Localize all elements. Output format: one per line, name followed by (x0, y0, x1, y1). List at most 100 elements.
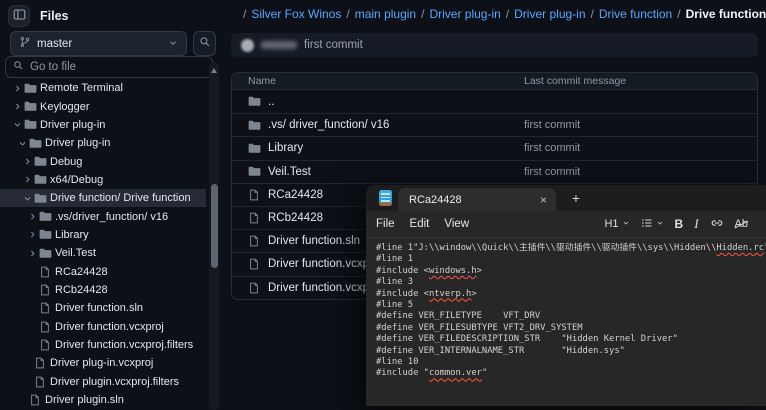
code-line: #line 1"J:\\window\\Quick\\主插件\\驱动插件\\驱动… (376, 243, 766, 254)
notepad-window: RCa24428 × + File Edit View H1 B I Ab #l… (366, 185, 766, 406)
clear-formatting-button[interactable]: Ab (735, 218, 748, 230)
tree-item-label: Driver plugin.sln (45, 394, 124, 407)
code-text: #define VER_FILESUBTYPE VFT2_DRV_SYSTEM (376, 322, 583, 333)
code-text: #line 10 (376, 356, 419, 367)
tab-rca24428[interactable]: RCa24428 × (398, 188, 556, 211)
code-line: #define VER_FILEDESCRIPTION_STR "Hidden … (376, 334, 766, 345)
tree-item[interactable]: Driver plug-in (0, 134, 206, 152)
tree-item-label: Driver plugin.vcxproj.filters (50, 375, 179, 388)
tree-item-label: Driver plug-in (45, 137, 111, 150)
tree-item[interactable]: Driver plug-in (0, 116, 206, 134)
tree-item-label: Driver function.sln (55, 302, 144, 315)
italic-button[interactable]: I (694, 216, 698, 232)
chevron-right-icon[interactable] (23, 157, 34, 166)
git-branch-icon (19, 35, 31, 53)
breadcrumb-link[interactable]: Driver plug-in (514, 7, 585, 21)
chevron-down-icon (656, 218, 664, 230)
breadcrumb-separator: / (590, 7, 594, 21)
file-name-link[interactable]: Driver function.vcxproj (268, 258, 382, 270)
code-text: > (471, 288, 477, 299)
file-name-link[interactable]: Library (268, 142, 303, 154)
link-button[interactable] (710, 216, 724, 233)
file-name-link[interactable]: RCa24428 (268, 189, 323, 201)
list-dropdown[interactable] (641, 217, 664, 232)
go-to-file-input[interactable]: Go to file (5, 56, 213, 78)
chevron-right-icon[interactable] (28, 249, 39, 258)
tree-item-label: Remote Terminal (40, 82, 123, 95)
file-icon (39, 266, 55, 278)
tree-item[interactable]: Library (0, 226, 206, 244)
menu-view[interactable]: View (444, 218, 469, 230)
breadcrumb-link[interactable]: Silver Fox Winos (251, 7, 341, 21)
breadcrumb-separator: / (243, 7, 247, 21)
editor-content[interactable]: #line 1"J:\\window\\Quick\\主插件\\驱动插件\\驱动… (366, 238, 766, 406)
file-icon (39, 302, 55, 314)
tree-item-label: Driver plug-in.vcxproj (50, 357, 154, 370)
bold-button[interactable]: B (675, 217, 684, 231)
file-table-header: Name Last commit message (232, 73, 757, 90)
commit-message[interactable]: first commit (304, 39, 363, 51)
search-button[interactable] (193, 31, 216, 56)
list-icon (641, 217, 653, 232)
tree-item[interactable]: Drive function/ Drive function (0, 189, 206, 208)
breadcrumb-link[interactable]: Driver plug-in (429, 7, 500, 21)
branch-selector[interactable]: master (10, 31, 187, 56)
folder-icon (29, 137, 45, 150)
scrollbar-thumb[interactable] (210, 184, 218, 268)
chevron-right-icon[interactable] (13, 84, 24, 93)
tree-item[interactable]: Driver plugin.vcxproj.filters (0, 373, 206, 391)
chevron-right-icon[interactable] (28, 230, 39, 239)
collapse-sidebar-button[interactable] (8, 5, 30, 27)
tree-item[interactable]: x64/Debug (0, 171, 206, 189)
chevron-down-icon[interactable] (13, 120, 24, 129)
close-tab-icon[interactable]: × (540, 193, 547, 207)
file-name-link[interactable]: .vs/ driver_function/ v16 (268, 119, 389, 131)
file-icon (248, 212, 268, 224)
branch-name: master (37, 37, 73, 50)
file-name-link[interactable]: .. (268, 96, 274, 108)
tree-item[interactable]: Driver plug-in.vcxproj (0, 354, 206, 372)
search-icon (13, 58, 24, 76)
file-name-link[interactable]: Veil.Test (268, 166, 311, 178)
breadcrumb-link[interactable]: Drive function (599, 7, 672, 21)
tree-item-label: Veil.Test (55, 247, 96, 260)
tree-item[interactable]: Driver plugin.sln (0, 391, 206, 409)
tree-item[interactable]: RCb24428 (0, 281, 206, 299)
heading-dropdown[interactable]: H1 (604, 218, 629, 230)
tree-item[interactable]: RCa24428 (0, 262, 206, 280)
tree-item[interactable]: .vs/driver_function/ v16 (0, 207, 206, 225)
chevron-down-icon[interactable] (23, 194, 34, 203)
new-tab-button[interactable]: + (566, 188, 586, 208)
file-name-link[interactable]: RCb24428 (268, 212, 323, 224)
code-line: #line 10 (376, 357, 766, 368)
tree-item[interactable]: Driver function.vcxproj (0, 317, 206, 335)
commit-author-redacted (261, 41, 297, 49)
chevron-right-icon[interactable] (23, 175, 34, 184)
table-row: Veil.Test first commit (232, 159, 757, 183)
chevron-down-icon[interactable] (18, 139, 29, 148)
folder-icon (34, 173, 50, 186)
tree-item[interactable]: Veil.Test (0, 244, 206, 262)
chevron-right-icon[interactable] (13, 102, 24, 111)
tree-item[interactable]: Debug (0, 152, 206, 170)
file-icon (39, 339, 55, 351)
scroll-up-arrow[interactable] (210, 68, 217, 73)
folder-icon (39, 247, 55, 260)
tree-item[interactable]: Remote Terminal (0, 79, 206, 97)
folder-icon (24, 100, 40, 113)
tree-item[interactable]: Keylogger (0, 97, 206, 115)
menu-edit[interactable]: Edit (410, 218, 430, 230)
code-text: > (476, 265, 482, 276)
menu-file[interactable]: File (376, 218, 395, 230)
file-name-link[interactable]: Driver function.sln (268, 235, 360, 247)
sidebar-panel-icon (13, 8, 26, 24)
tab-title: RCa24428 (409, 193, 462, 206)
sidebar-scrollbar[interactable] (209, 62, 219, 410)
tree-item[interactable]: Driver function.sln (0, 299, 206, 317)
tree-item-label: Driver plug-in (40, 118, 106, 131)
file-icon (248, 258, 268, 270)
breadcrumb-separator: / (346, 7, 350, 21)
breadcrumb-link[interactable]: main plugin (355, 7, 416, 21)
tree-item[interactable]: Driver function.vcxproj.filters (0, 336, 206, 354)
chevron-right-icon[interactable] (28, 212, 39, 221)
